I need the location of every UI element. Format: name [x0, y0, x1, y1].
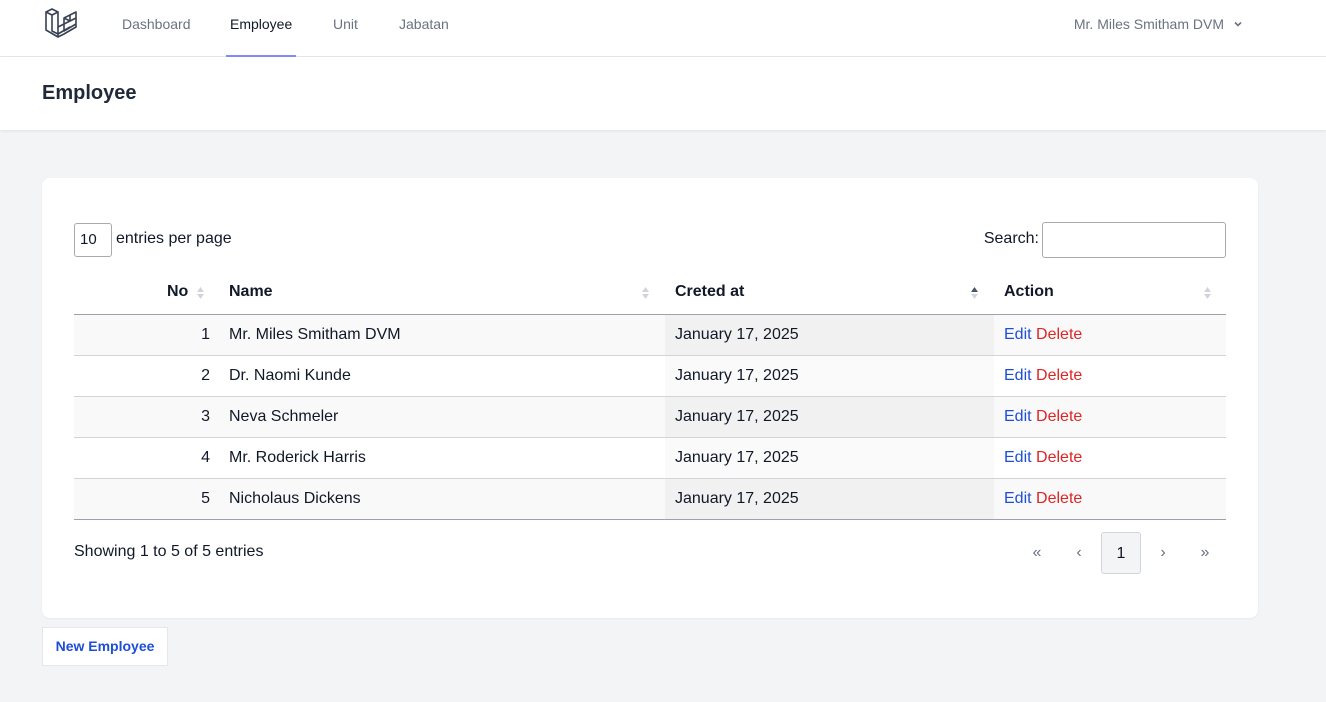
entries-per-page-label: entries per page [116, 230, 232, 247]
page-header: Employee [0, 57, 1326, 130]
edit-link[interactable]: Edit [1004, 367, 1032, 384]
column-header-no[interactable]: No [167, 271, 188, 315]
page-title: Employee [42, 82, 137, 104]
cell-action: Edit Delete [1004, 438, 1082, 478]
delete-link[interactable]: Delete [1036, 408, 1082, 425]
user-menu[interactable]: Mr. Miles Smitham DVM [1074, 14, 1244, 34]
entries-per-page-select[interactable]: 10 [74, 223, 112, 257]
cell-no: 2 [201, 367, 210, 384]
search-input[interactable] [1042, 222, 1226, 258]
search-label: Search: [983, 230, 1039, 247]
table-row: 3 Neva Schmeler January 17, 2025 Edit De… [74, 397, 1226, 438]
cell-created-at: January 17, 2025 [675, 367, 799, 384]
sort-icon [197, 287, 204, 299]
table-row: 2 Dr. Naomi Kunde January 17, 2025 Edit … [74, 356, 1226, 397]
nav-unit[interactable]: Unit [333, 0, 358, 57]
pagination-page-1[interactable]: 1 [1101, 532, 1141, 574]
cell-action: Edit Delete [1004, 356, 1082, 396]
employee-table: No Name Creted at Action 1 Mr. Miles Smi… [74, 271, 1226, 520]
pagination-last[interactable]: » [1184, 532, 1226, 574]
nav-employee[interactable]: Employee [225, 0, 297, 57]
nav-dashboard[interactable]: Dashboard [122, 0, 191, 57]
table-row: 1 Mr. Miles Smitham DVM January 17, 2025… [74, 315, 1226, 356]
pagination: « ‹ 1 › » [1016, 532, 1226, 574]
sort-icon [1204, 287, 1211, 299]
nav-jabatan[interactable]: Jabatan [399, 0, 449, 57]
laravel-logo-icon[interactable] [44, 7, 80, 41]
cell-name: Neva Schmeler [229, 408, 339, 425]
cell-created-at: January 17, 2025 [675, 449, 799, 466]
pagination-first[interactable]: « [1016, 532, 1058, 574]
top-navigation: Dashboard Employee Unit Jabatan Mr. Mile… [0, 0, 1326, 57]
cell-name: Dr. Naomi Kunde [229, 367, 351, 384]
pagination-next[interactable]: › [1142, 532, 1184, 574]
cell-created-at: January 17, 2025 [675, 408, 799, 425]
delete-link[interactable]: Delete [1036, 326, 1082, 343]
cell-no: 3 [201, 408, 210, 425]
sort-icon [642, 287, 649, 299]
user-name: Mr. Miles Smitham DVM [1073, 16, 1224, 32]
cell-action: Edit Delete [1004, 315, 1082, 355]
cell-action: Edit Delete [1004, 479, 1082, 519]
delete-link[interactable]: Delete [1036, 490, 1082, 507]
cell-no: 5 [201, 490, 210, 507]
edit-link[interactable]: Edit [1004, 326, 1032, 343]
pagination-prev[interactable]: ‹ [1058, 532, 1100, 574]
cell-name: Mr. Miles Smitham DVM [229, 326, 401, 343]
cell-action: Edit Delete [1004, 397, 1082, 437]
cell-name: Mr. Roderick Harris [229, 449, 366, 466]
delete-link[interactable]: Delete [1036, 449, 1082, 466]
cell-name: Nicholaus Dickens [229, 490, 361, 507]
employee-table-card: 10 entries per page Search: No Name Cret… [42, 178, 1258, 618]
column-header-created-at[interactable]: Creted at [675, 271, 744, 315]
table-row: 4 Mr. Roderick Harris January 17, 2025 E… [74, 438, 1226, 479]
sort-ascending-icon [971, 287, 978, 299]
chevron-down-icon [1234, 21, 1242, 27]
table-row: 5 Nicholaus Dickens January 17, 2025 Edi… [74, 479, 1226, 520]
edit-link[interactable]: Edit [1004, 449, 1032, 466]
column-header-name[interactable]: Name [229, 271, 273, 315]
cell-no: 1 [201, 326, 210, 343]
column-header-action[interactable]: Action [1004, 271, 1054, 315]
delete-link[interactable]: Delete [1036, 367, 1082, 384]
edit-link[interactable]: Edit [1004, 408, 1032, 425]
cell-created-at: January 17, 2025 [675, 490, 799, 507]
table-header: No Name Creted at Action [74, 271, 1226, 315]
table-info: Showing 1 to 5 of 5 entries [74, 543, 264, 560]
edit-link[interactable]: Edit [1004, 490, 1032, 507]
cell-no: 4 [201, 449, 210, 466]
new-employee-button[interactable]: New Employee [42, 627, 168, 666]
cell-created-at: January 17, 2025 [675, 326, 799, 343]
